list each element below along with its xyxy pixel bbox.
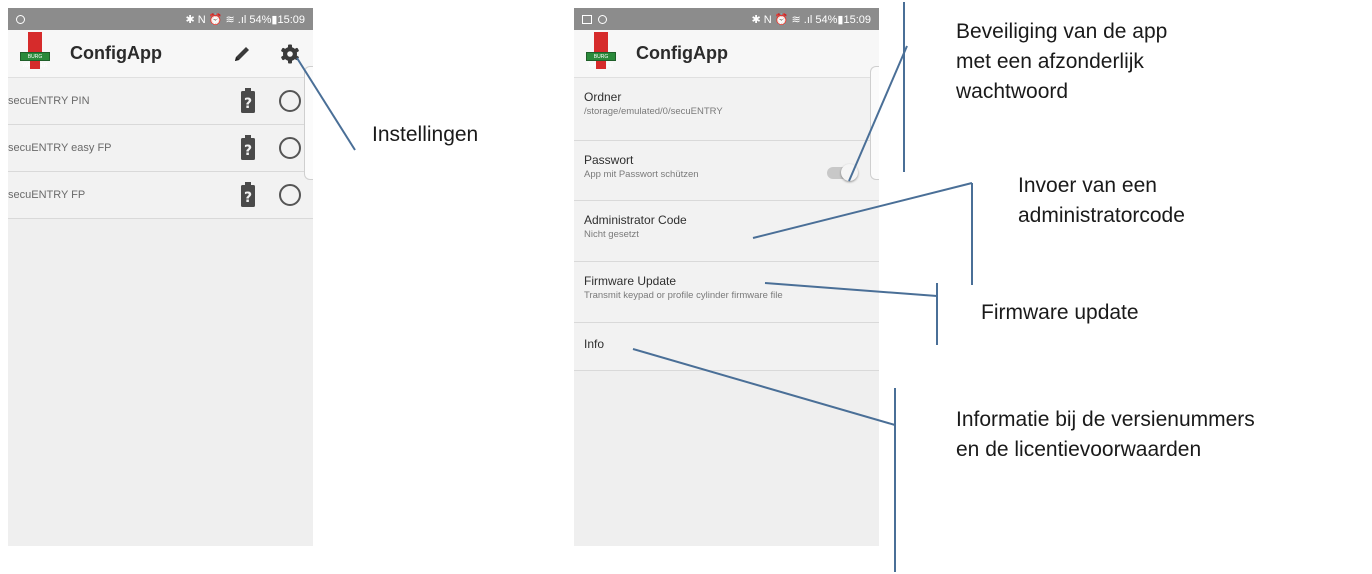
leader-line-password <box>848 45 908 182</box>
leader-lines <box>296 2 973 572</box>
leader-line-firmware <box>764 282 938 297</box>
leader-line-admin <box>752 182 973 239</box>
leader-line-info <box>632 348 896 426</box>
leader-line-settings <box>296 57 356 151</box>
